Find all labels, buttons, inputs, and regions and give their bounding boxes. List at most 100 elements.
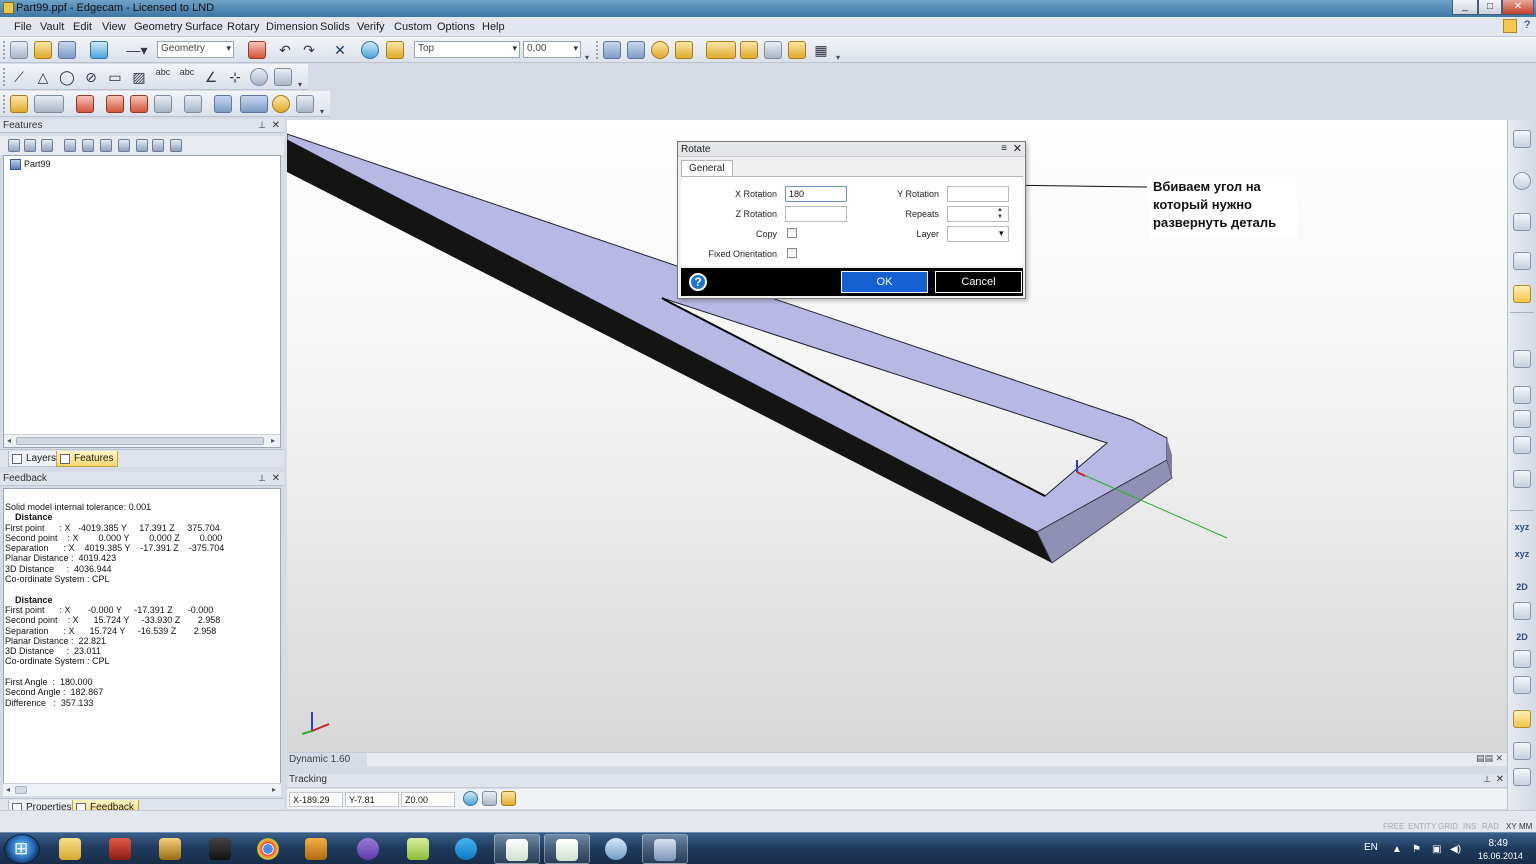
trim-icon[interactable]	[1513, 436, 1531, 454]
rotate-icon[interactable]	[272, 95, 290, 113]
snap-mode-icon[interactable]	[1513, 602, 1531, 620]
tab-general[interactable]: General	[681, 160, 733, 177]
corner-icon[interactable]	[1513, 410, 1531, 428]
taskbar-pro-app-icon[interactable]	[148, 834, 194, 864]
ok-button[interactable]: OK	[841, 271, 928, 293]
cut-icon[interactable]	[130, 95, 148, 113]
taskbar-media-player-icon[interactable]	[294, 834, 340, 864]
cursor-icon[interactable]	[501, 791, 516, 806]
pan-view-icon[interactable]	[675, 41, 693, 59]
undo-view-icon[interactable]	[1513, 350, 1531, 368]
features-tool-icon[interactable]	[118, 139, 130, 152]
toolbar-grip[interactable]	[3, 95, 7, 113]
taskbar-calculator-icon[interactable]	[642, 834, 688, 864]
help-icon[interactable]: ?	[689, 273, 707, 291]
menu-options[interactable]: Options	[437, 21, 475, 33]
close-icon[interactable]: ✕	[1496, 774, 1504, 785]
circle-icon[interactable]: ◯	[58, 68, 76, 86]
y-rotation-input[interactable]	[947, 186, 1009, 202]
menu-help[interactable]: Help	[482, 21, 505, 33]
display-icon[interactable]	[788, 41, 806, 59]
menu-rotary[interactable]: Rotary	[227, 21, 259, 33]
wireframe-icon[interactable]	[740, 41, 758, 59]
feature-finder-icon[interactable]	[10, 95, 28, 113]
pin-icon[interactable]: ⊥	[1483, 774, 1491, 785]
tray-expand-icon[interactable]: ▲	[1392, 844, 1402, 855]
close-icon[interactable]: ✕	[272, 119, 280, 132]
chevron-down-icon[interactable]: ▾	[999, 228, 1004, 239]
maximize-button[interactable]: □	[1478, 0, 1502, 15]
tab-features[interactable]: Features	[56, 451, 119, 467]
taskbar-edgecam-2-icon[interactable]	[544, 834, 590, 864]
features-tool-icon[interactable]	[8, 139, 20, 152]
network-icon[interactable]: ▣	[1432, 844, 1441, 855]
grid-icon[interactable]: ▦	[812, 41, 830, 59]
cancel-button[interactable]: Cancel	[935, 271, 1022, 293]
hash-icon[interactable]	[136, 139, 148, 152]
point-icon[interactable]: ⊹	[226, 68, 244, 86]
view-combo[interactable]: Top	[414, 41, 520, 58]
zoom-icon[interactable]	[1513, 172, 1531, 190]
features-tool-icon[interactable]	[100, 139, 112, 152]
snap-icon[interactable]	[482, 791, 497, 806]
scroll-right-icon[interactable]: ▸	[268, 435, 278, 447]
features-tool-icon[interactable]	[170, 139, 182, 152]
menu-geometry[interactable]: Geometry	[134, 21, 182, 33]
scroll-thumb[interactable]	[15, 786, 27, 794]
line-tool-icon[interactable]	[1513, 742, 1531, 760]
dialog-close-icon[interactable]: ✕	[1013, 142, 1022, 155]
text-edit-icon[interactable]: abc	[178, 68, 196, 86]
extrude-icon[interactable]	[106, 95, 124, 113]
surface-icon[interactable]	[154, 95, 172, 113]
delete-feature-icon[interactable]	[41, 139, 53, 152]
move-icon[interactable]	[240, 95, 268, 113]
undo-icon[interactable]: ↶	[276, 41, 294, 59]
measure-icon[interactable]	[1513, 650, 1531, 668]
arc-tool-icon[interactable]	[1513, 768, 1531, 786]
dialog-menu-icon[interactable]: ≡	[1001, 143, 1007, 154]
feedback-hscroll[interactable]: ◂ ▸	[3, 783, 281, 796]
lights-icon[interactable]	[764, 41, 782, 59]
window-zoom-icon[interactable]	[1513, 213, 1531, 231]
stepper-arrows-icon[interactable]: ▲ ▼	[997, 207, 1003, 221]
menu-verify[interactable]: Verify	[357, 21, 385, 33]
list-icon[interactable]	[82, 139, 94, 152]
tree-item-part[interactable]: Part99	[24, 159, 51, 169]
clock-time[interactable]: 8:49	[1489, 838, 1508, 849]
angle-icon[interactable]: ∠	[202, 68, 220, 86]
hand-icon[interactable]	[1513, 285, 1531, 303]
solid-edit-icon[interactable]	[76, 95, 94, 113]
xyz-relative-icon[interactable]: xyz	[1513, 545, 1531, 563]
xyz-input-icon[interactable]: xyz	[1513, 518, 1531, 536]
open-folder-icon[interactable]	[34, 41, 52, 59]
clock-date[interactable]: 16.06.2014	[1478, 851, 1523, 861]
triangle-icon[interactable]: △	[34, 68, 52, 86]
toolbar-options-icon[interactable]: ▾	[320, 108, 326, 116]
save-icon[interactable]	[58, 41, 76, 59]
close-icon[interactable]: ✕	[272, 472, 280, 485]
menu-vault[interactable]: Vault	[40, 21, 64, 33]
scroll-right-icon[interactable]: ▸	[269, 784, 279, 796]
menu-dimension[interactable]: Dimension	[266, 21, 318, 33]
scroll-left-icon[interactable]: ◂	[3, 784, 13, 796]
menu-view[interactable]: View	[102, 21, 126, 33]
solid-import-icon[interactable]	[34, 95, 64, 113]
rotate-view-icon[interactable]	[651, 41, 669, 59]
taskbar-folder-app-icon[interactable]	[396, 834, 442, 864]
drill-point-icon[interactable]	[250, 68, 268, 86]
close-button[interactable]: ✕	[1502, 0, 1534, 15]
taskbar-paint-icon[interactable]	[594, 834, 640, 864]
cpl-select-icon[interactable]	[627, 41, 645, 59]
query-icon[interactable]	[386, 41, 404, 59]
toolbar-options-icon[interactable]: ▾	[585, 54, 591, 62]
toolbar-grip[interactable]	[596, 41, 600, 59]
transform-icon[interactable]	[214, 95, 232, 113]
toolbar-options-icon[interactable]: ▾	[836, 54, 842, 62]
viewport-window-controls[interactable]: ▤▤ ✕	[1476, 753, 1503, 764]
hatch-icon[interactable]: ▨	[130, 68, 148, 86]
taskbar-explorer-icon[interactable]	[48, 834, 94, 864]
toolbar-grip[interactable]	[3, 41, 7, 59]
array-icon[interactable]	[296, 95, 314, 113]
line-style-icon[interactable]: —▾	[122, 41, 152, 59]
taskbar-chrome-icon[interactable]	[246, 834, 292, 864]
